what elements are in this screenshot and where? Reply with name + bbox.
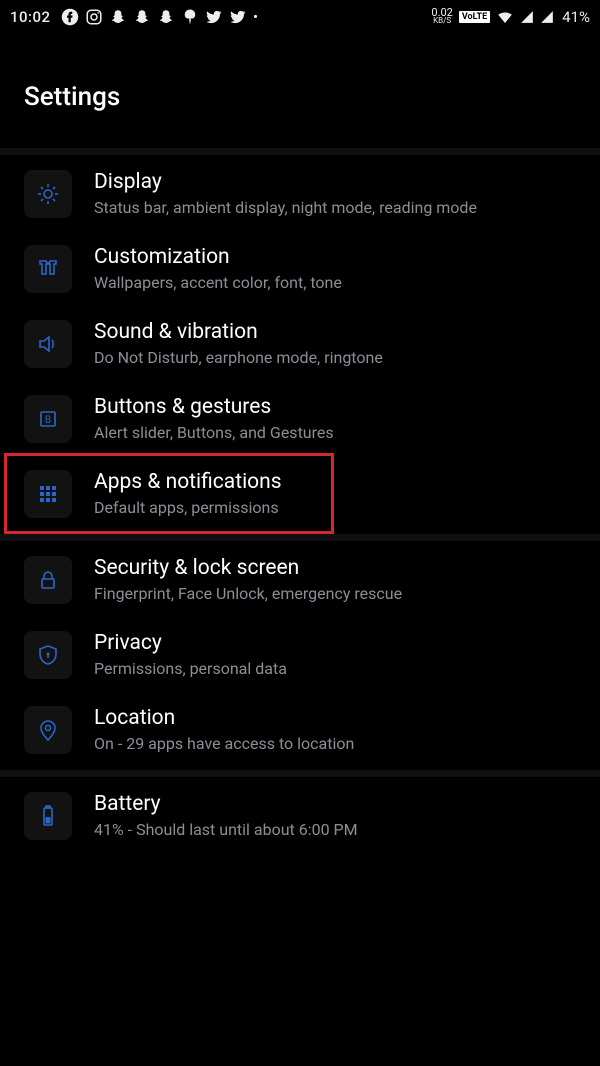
more-icon: • (253, 8, 259, 26)
snapchat-icon (157, 8, 175, 26)
customization-icon (24, 245, 72, 293)
item-title: Location (94, 706, 590, 731)
item-title: Customization (94, 245, 590, 270)
item-text: Security & lock screen Fingerprint, Face … (94, 556, 590, 605)
svg-text:B: B (45, 415, 51, 426)
item-text: Privacy Permissions, personal data (94, 631, 590, 680)
instagram-icon (85, 8, 103, 26)
status-right: 0.02 KB/S VoLTE 41% (431, 8, 590, 26)
security-icon (24, 556, 72, 604)
settings-list: Display Status bar, ambient display, nigh… (0, 148, 600, 856)
item-text: Sound & vibration Do Not Disturb, earphon… (94, 320, 590, 369)
item-title: Apps & notifications (94, 470, 590, 495)
volte-badge: VoLTE (459, 11, 490, 23)
sound-icon (24, 320, 72, 368)
wifi-icon (496, 8, 514, 26)
signal-icon (540, 8, 554, 26)
settings-section: Display Status bar, ambient display, nigh… (0, 155, 600, 534)
settings-item-customization[interactable]: Customization Wallpapers, accent color, f… (0, 232, 600, 307)
item-text: Location On - 29 apps have access to loca… (94, 706, 590, 755)
signal-icon (520, 8, 534, 26)
item-subtitle: 41% - Should last until about 6:00 PM (94, 820, 590, 841)
item-title: Display (94, 170, 590, 195)
privacy-icon (24, 631, 72, 679)
section-divider (0, 148, 600, 155)
snapchat-icon (109, 8, 127, 26)
item-text: Battery 41% - Should last until about 6:0… (94, 792, 590, 841)
status-bar: 10:02 • 0.02 KB/S VoLTE 41% (0, 0, 600, 30)
settings-item-security[interactable]: Security & lock screen Fingerprint, Face … (0, 543, 600, 618)
item-title: Battery (94, 792, 590, 817)
settings-item-apps[interactable]: Apps & notifications Default apps, permis… (0, 457, 600, 532)
battery-icon (24, 792, 72, 840)
display-icon (24, 170, 72, 218)
settings-section: Battery 41% - Should last until about 6:0… (0, 777, 600, 856)
section-divider (0, 770, 600, 777)
status-clock: 10:02 (10, 8, 51, 26)
item-title: Security & lock screen (94, 556, 590, 581)
buttons-icon: B (24, 395, 72, 443)
settings-section: Security & lock screen Fingerprint, Face … (0, 541, 600, 770)
settings-item-buttons[interactable]: B Buttons & gestures Alert slider, Buttons… (0, 382, 600, 457)
facebook-icon (61, 8, 79, 26)
twitter-icon (229, 8, 247, 26)
settings-item-sound[interactable]: Sound & vibration Do Not Disturb, earphon… (0, 307, 600, 382)
item-text: Apps & notifications Default apps, permis… (94, 470, 590, 519)
snapchat-icon (133, 8, 151, 26)
item-subtitle: Status bar, ambient display, night mode,… (94, 198, 590, 219)
item-subtitle: Wallpapers, accent color, font, tone (94, 273, 590, 294)
item-subtitle: On - 29 apps have access to location (94, 734, 590, 755)
settings-item-display[interactable]: Display Status bar, ambient display, nigh… (0, 157, 600, 232)
section-divider (0, 534, 600, 541)
settings-item-battery[interactable]: Battery 41% - Should last until about 6:0… (0, 779, 600, 854)
item-text: Customization Wallpapers, accent color, f… (94, 245, 590, 294)
item-subtitle: Do Not Disturb, earphone mode, ringtone (94, 348, 590, 369)
apps-icon (24, 470, 72, 518)
settings-item-location[interactable]: Location On - 29 apps have access to loca… (0, 693, 600, 768)
item-text: Buttons & gestures Alert slider, Buttons,… (94, 395, 590, 444)
item-subtitle: Permissions, personal data (94, 659, 590, 680)
item-subtitle: Default apps, permissions (94, 498, 590, 519)
item-subtitle: Fingerprint, Face Unlock, emergency resc… (94, 584, 590, 605)
battery-percent: 41% (562, 8, 590, 26)
data-speed: 0.02 KB/S (431, 9, 452, 25)
location-icon (24, 706, 72, 754)
item-title: Privacy (94, 631, 590, 656)
item-text: Display Status bar, ambient display, nigh… (94, 170, 590, 219)
status-left: 10:02 • (10, 8, 259, 26)
item-subtitle: Alert slider, Buttons, and Gestures (94, 423, 590, 444)
swiggy-icon (181, 8, 199, 26)
item-title: Buttons & gestures (94, 395, 590, 420)
item-title: Sound & vibration (94, 320, 590, 345)
settings-item-privacy[interactable]: Privacy Permissions, personal data (0, 618, 600, 693)
page-title: Settings (0, 30, 600, 148)
twitter-icon (205, 8, 223, 26)
